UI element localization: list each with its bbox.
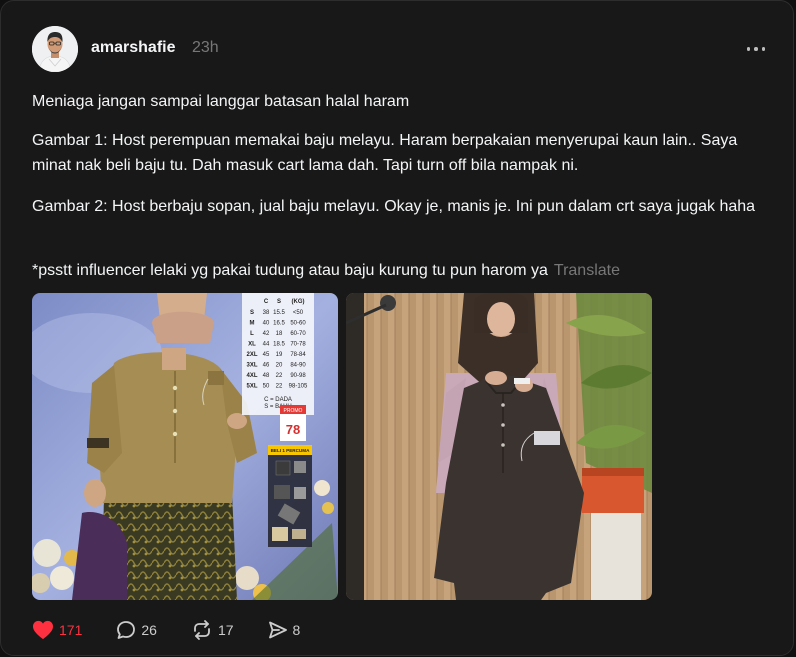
post-timestamp[interactable]: 23h: [192, 39, 219, 57]
share-send-icon: [268, 621, 287, 639]
size-chart-cell: <50: [293, 310, 304, 316]
repost-icon: [194, 620, 210, 640]
post-paragraph-4-text: *psstt influencer lelaki yg pakai tudung…: [32, 262, 548, 279]
size-chart-header: C: [264, 299, 269, 305]
size-chart-cell: 50-60: [290, 321, 306, 327]
size-chart-cell: M: [250, 321, 255, 327]
repost-button[interactable]: 17: [191, 620, 234, 640]
size-chart-cell: 84-90: [290, 363, 306, 369]
size-chart-cell: S: [250, 310, 254, 316]
size-chart-cell: 98-105: [289, 384, 308, 390]
price-label: 78: [286, 422, 300, 437]
post-paragraph-1: Meniaga jangan sampai langgar batasan ha…: [32, 93, 410, 110]
size-chart-cell: 18: [276, 331, 283, 337]
author-username[interactable]: amarshafie: [91, 39, 176, 57]
promo-label: BELI 1 PERCUMA: [271, 448, 310, 453]
like-button[interactable]: 171: [32, 620, 82, 640]
size-chart-cell: 40: [263, 321, 270, 327]
size-chart-cell: 16.5: [273, 321, 285, 327]
post-paragraph-3: Gambar 2: Host berbaju sopan, jual baju …: [32, 198, 756, 215]
size-chart-header: (KG): [292, 299, 305, 305]
size-chart-cell: 2XL: [246, 352, 257, 358]
comment-icon: [117, 621, 136, 639]
size-chart-cell: 38: [263, 310, 270, 316]
size-chart-cell: 45: [263, 352, 270, 358]
size-chart-cell: 90-98: [290, 373, 306, 379]
reply-button[interactable]: 26: [116, 620, 157, 640]
like-count: 171: [59, 622, 83, 638]
size-chart-cell: 22: [276, 373, 283, 379]
size-chart-cell: 70-78: [290, 342, 306, 348]
size-chart-cell: 15.5: [273, 310, 285, 316]
repost-count: 17: [217, 622, 234, 638]
translate-link[interactable]: Translate: [554, 262, 620, 279]
heart-icon: [33, 620, 53, 640]
size-chart-legend: C = DADA: [264, 397, 292, 403]
size-chart-cell: XL: [248, 342, 256, 348]
size-chart-cell: 48: [263, 373, 270, 379]
size-chart-cell: 19: [276, 352, 283, 358]
size-chart-cell: 3XL: [246, 363, 257, 369]
size-chart-cell: 5XL: [246, 384, 257, 390]
size-chart-cell: L: [250, 331, 254, 337]
size-chart-cell: 60-70: [290, 331, 306, 337]
size-chart-cell: 22: [276, 384, 283, 390]
thread-post-card: amarshafie 23h Meniaga jangan sampai lan…: [0, 0, 794, 656]
share-button[interactable]: 8: [268, 620, 301, 640]
size-chart-cell: 46: [263, 363, 270, 369]
size-chart-header: S: [277, 299, 281, 305]
post-paragraph-2: Gambar 1: Host perempuan memakai baju me…: [32, 132, 738, 174]
svg-text:PROMO: PROMO: [284, 408, 303, 414]
more-options-icon[interactable]: [741, 41, 771, 57]
size-chart-cell: 44: [263, 342, 270, 348]
reply-count: 26: [141, 622, 157, 638]
post-paragraph-4: *psstt influencer lelaki yg pakai tudung…: [32, 258, 772, 283]
author-avatar[interactable]: [32, 26, 78, 72]
post-image-2[interactable]: [346, 293, 652, 600]
size-chart-cell: 78-84: [290, 352, 306, 358]
post-action-bar: 171 26 17 8: [32, 618, 334, 642]
share-count: 8: [292, 622, 301, 638]
size-chart-cell: 4XL: [246, 373, 257, 379]
size-chart-cell: 42: [263, 331, 270, 337]
size-chart-cell: 50: [263, 384, 270, 390]
post-image-1[interactable]: C S (KG) S 38 15.5 <50 M 40 16.5 50-60 L 42 18 60-70 XL…: [32, 293, 338, 600]
size-chart-cell: 18.5: [273, 342, 285, 348]
size-chart-cell: 20: [276, 363, 283, 369]
